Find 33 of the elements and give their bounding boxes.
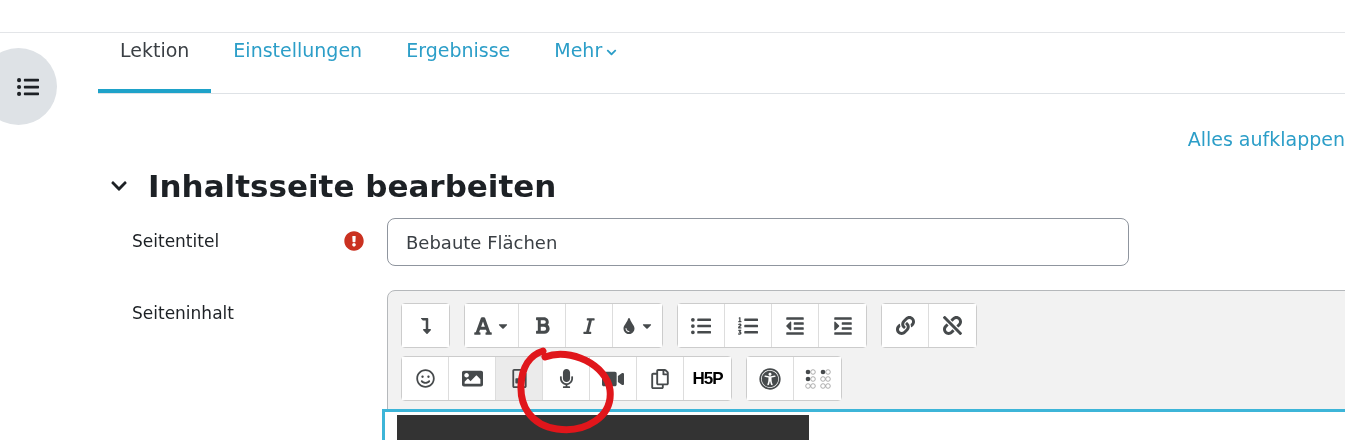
field-label: Seitentitel [131,230,221,251]
tab[interactable]: Mehr [532,33,640,93]
list-icon [16,75,39,98]
copy-icon [650,368,670,389]
drop-icon [621,317,637,334]
outdent-icon [785,315,805,336]
numbered-list-icon [738,315,758,336]
toolbar-button[interactable] [465,304,519,347]
toolbar-button[interactable] [747,357,794,400]
toolbar-button[interactable] [402,357,449,400]
h5p-logo: H5P [692,368,723,389]
font-icon [473,315,493,336]
tab[interactable]: Lektion [98,33,212,93]
image-icon [461,368,483,389]
toolbar-button[interactable] [402,304,449,347]
braille-icon [804,368,831,389]
toolbar-button[interactable] [678,304,725,347]
tab[interactable]: Einstellungen [211,33,385,93]
title-field[interactable]: Bebaute Flächen [387,218,1129,266]
field-label: Seiteninhalt [131,302,235,323]
expand-all-link[interactable]: Alles aufklappen [1187,128,1345,150]
accessibility-icon [759,367,781,390]
section-title: Inhaltsseite bearbeiten [148,168,557,204]
video-file-icon [509,369,529,388]
course-index-button[interactable] [0,48,57,125]
toolbar-button[interactable] [882,304,929,347]
indent-icon [832,315,853,336]
link-icon [895,316,915,335]
italic-icon [580,316,598,335]
bullet-list-icon [691,315,711,336]
unlink-icon [943,316,962,335]
tab[interactable]: Ergebnisse [384,33,533,93]
smiley-icon [415,369,435,388]
